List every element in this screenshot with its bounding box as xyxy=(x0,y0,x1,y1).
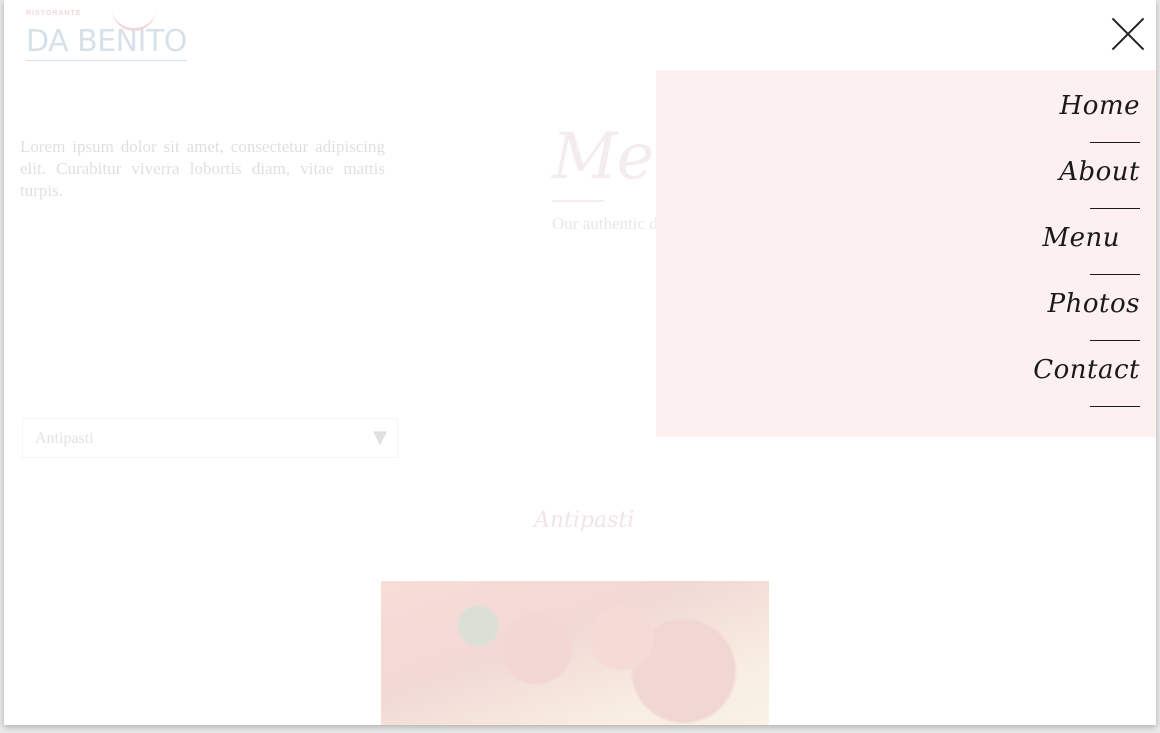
nav-item-label: About xyxy=(1059,157,1140,187)
triangle-down-icon: ▼ xyxy=(373,427,387,448)
nav-item-contact[interactable]: Contact xyxy=(1033,352,1140,407)
nav-item-label: Contact xyxy=(1033,355,1140,385)
nav-underline xyxy=(1090,340,1140,341)
nav-item-label: Home xyxy=(1059,91,1140,121)
food-image xyxy=(381,581,769,725)
nav-item-menu[interactable]: Menu xyxy=(1042,220,1140,275)
nav-item-label: Menu xyxy=(1042,223,1120,253)
nav-overlay: Home About Menu Photos Contact xyxy=(656,70,1156,437)
nav-underline xyxy=(1090,142,1140,143)
logo[interactable]: RISTORANTE DA BENITO xyxy=(26,6,196,66)
nav-underline xyxy=(1090,274,1140,275)
nav-item-home[interactable]: Home xyxy=(1059,88,1140,143)
logo-name: DA BENITO xyxy=(26,24,187,61)
nav-underline xyxy=(1090,406,1140,407)
logo-small-text: RISTORANTE xyxy=(26,10,82,17)
menu-heading-underline xyxy=(552,200,604,202)
nav-item-photos[interactable]: Photos xyxy=(1047,286,1140,341)
close-icon[interactable] xyxy=(1108,14,1148,54)
nav-item-about[interactable]: About xyxy=(1059,154,1140,209)
category-select[interactable]: Antipasti ▼ xyxy=(22,418,398,458)
nav-underline xyxy=(1090,208,1140,209)
intro-text: Lorem ipsum dolor sit amet, consectetur … xyxy=(20,137,385,200)
nav-item-label: Photos xyxy=(1047,289,1140,319)
section-title: Antipasti xyxy=(534,508,635,533)
category-select-value: Antipasti xyxy=(35,430,94,447)
browser-viewport: RISTORANTE DA BENITO Lorem ipsum dolor s… xyxy=(4,0,1156,725)
